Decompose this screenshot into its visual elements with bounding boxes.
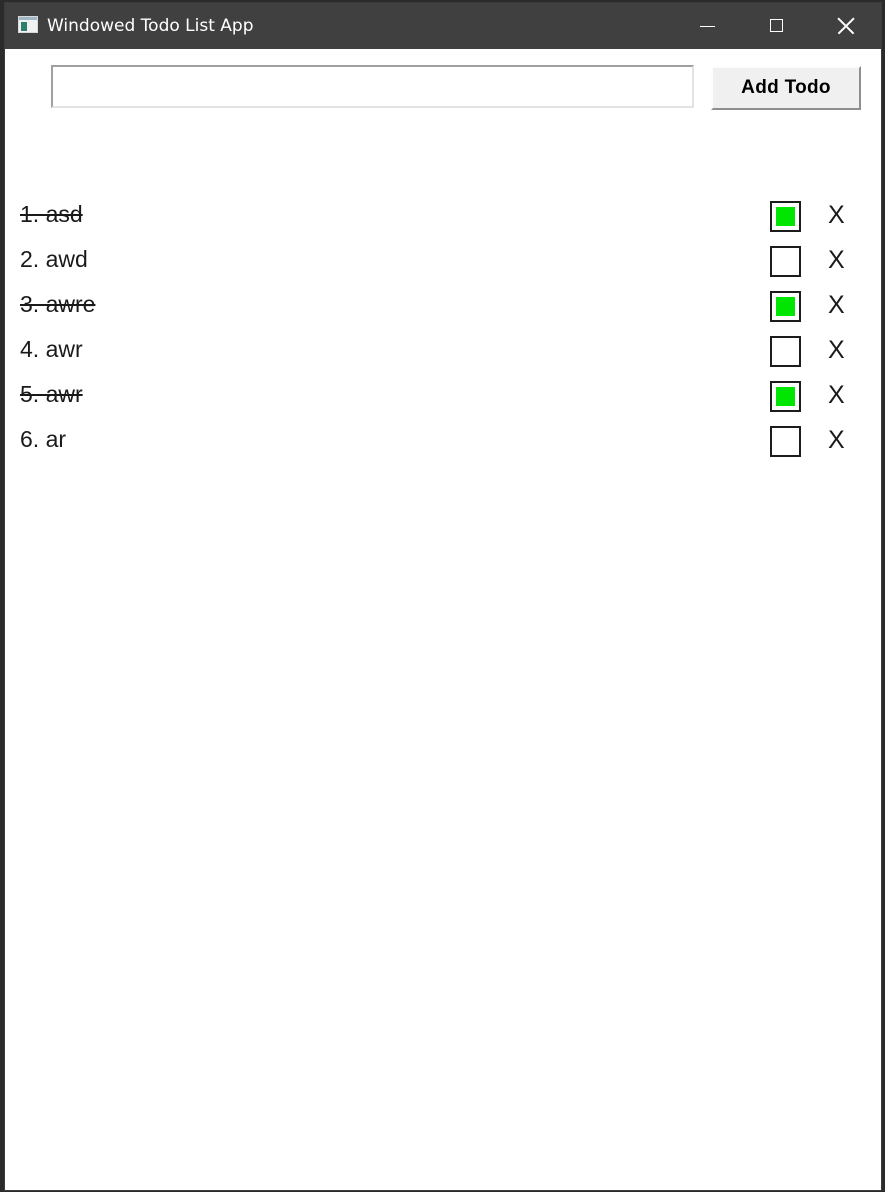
todo-checkbox[interactable] (770, 381, 801, 412)
add-todo-button[interactable]: Add Todo (711, 66, 861, 110)
checked-fill (776, 387, 795, 406)
todo-item: 5. awr X (5, 371, 881, 416)
todo-item: 4. awr X (5, 326, 881, 371)
delete-todo-button[interactable]: X (828, 381, 845, 410)
todo-item: 1. asd X (5, 191, 881, 236)
todo-label: 2. awd (20, 246, 88, 272)
todo-label: 6. ar (20, 426, 67, 452)
todo-checkbox[interactable] (770, 426, 801, 457)
todo-item: 6. ar X (5, 416, 881, 461)
app-icon (18, 16, 38, 33)
todo-checkbox[interactable] (770, 201, 801, 232)
app-window: Windowed Todo List App Add Todo 1. asd X… (4, 2, 882, 1191)
todo-checkbox[interactable] (770, 291, 801, 322)
todo-checkbox[interactable] (770, 336, 801, 367)
todo-label: 1. asd (20, 201, 83, 227)
delete-todo-button[interactable]: X (828, 201, 845, 230)
minimize-icon (700, 26, 715, 27)
todo-label: 4. awr (20, 336, 83, 362)
delete-todo-button[interactable]: X (828, 246, 845, 275)
delete-todo-button[interactable]: X (828, 426, 845, 455)
checked-fill (776, 207, 795, 226)
checked-fill (776, 297, 795, 316)
delete-todo-button[interactable]: X (828, 291, 845, 320)
delete-todo-button[interactable]: X (828, 336, 845, 365)
todo-item: 2. awd X (5, 236, 881, 281)
window-title: Windowed Todo List App (47, 16, 254, 36)
title-bar[interactable]: Windowed Todo List App (5, 3, 881, 49)
todo-checkbox[interactable] (770, 246, 801, 277)
todo-list: 1. asd X 2. awd X 3. awre X 4. awr X 5. … (5, 191, 881, 461)
maximize-button[interactable] (742, 3, 812, 49)
todo-item: 3. awre X (5, 281, 881, 326)
todo-label: 3. awre (20, 291, 96, 317)
todo-label: 5. awr (20, 381, 83, 407)
todo-input[interactable] (51, 65, 694, 108)
close-icon (837, 17, 855, 35)
minimize-button[interactable] (672, 3, 742, 49)
maximize-icon (770, 19, 783, 32)
close-button[interactable] (812, 3, 881, 49)
